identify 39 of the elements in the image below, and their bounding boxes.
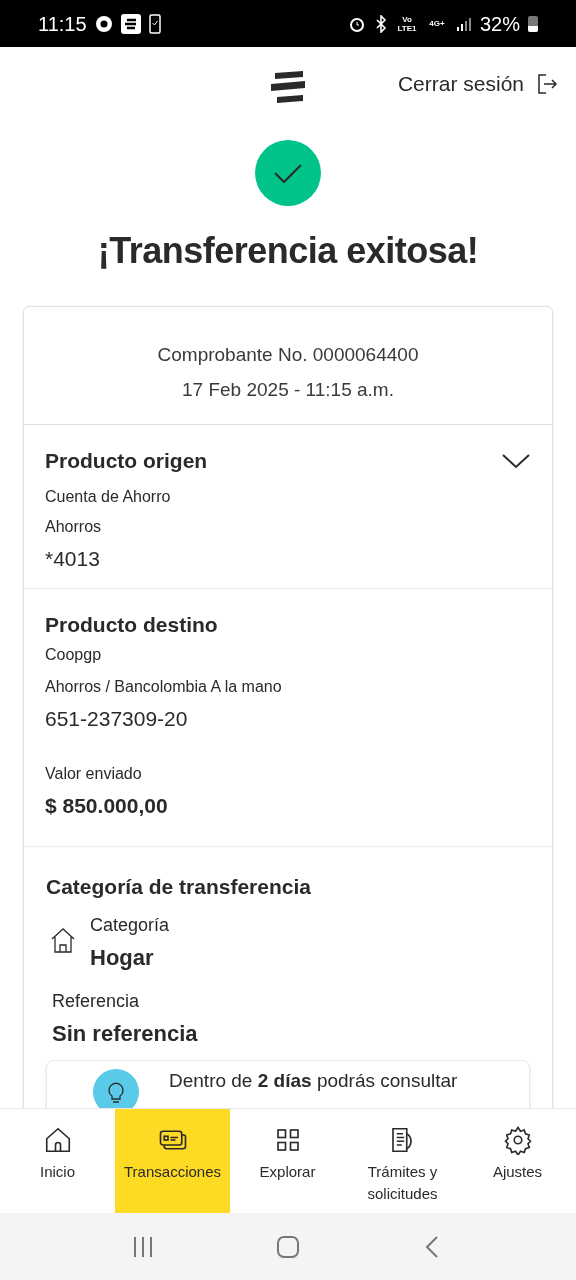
home-button-icon[interactable] — [276, 1234, 300, 1259]
reference-value: Sin referencia — [52, 1020, 199, 1048]
amount-value: $ 850.000,00 — [45, 793, 169, 819]
account-detail: Cuenta de Ahorro — [45, 486, 172, 507]
account-detail: Ahorros / Bancolombia A la mano — [45, 676, 283, 697]
category-value: Hogar — [90, 944, 155, 972]
status-time: 11:15 — [38, 11, 87, 37]
signal-icon — [455, 15, 472, 32]
battery-icon — [528, 15, 538, 32]
amount-label: Valor enviado — [45, 764, 143, 784]
lightbulb-icon — [93, 1069, 139, 1108]
reference-label: Referencia — [52, 990, 141, 1013]
tip-text: Dentro de 2 días podrás consultar — [169, 1069, 458, 1093]
success-check-icon — [255, 140, 321, 206]
account-detail: Coopgp — [45, 644, 103, 665]
house-icon — [50, 926, 76, 954]
phone-icon — [148, 13, 161, 34]
bluetooth-icon — [373, 14, 388, 33]
section-heading: Producto destino — [45, 612, 219, 638]
network-label: Vo LTE1 — [396, 14, 418, 33]
app-icon — [120, 13, 141, 34]
account-number: 651-237309-20 — [45, 705, 189, 732]
account-number: *4013 — [45, 545, 101, 572]
account-detail: Ahorros — [45, 516, 103, 537]
settings-icon — [502, 1125, 533, 1155]
logout-button[interactable]: Cerrar sesión — [397, 67, 558, 100]
chevron-icon[interactable] — [501, 451, 531, 470]
battery-percent: 32% — [479, 11, 520, 37]
nav-tab[interactable]: Transacciones — [115, 1109, 230, 1213]
logout-icon — [536, 72, 558, 95]
section-heading: Producto origen — [45, 448, 208, 474]
category-label: Categoría — [90, 914, 170, 937]
logo-icon — [269, 70, 307, 104]
receipt-number: Comprobante No. 0000064400 — [157, 343, 419, 367]
section-heading: Categoría de transferencia — [46, 873, 312, 900]
network-label: 4G+ — [428, 19, 446, 28]
receipt-datetime: 17 Feb 2025 - 11:15 a.m. — [182, 377, 394, 402]
success-title: ¡Transferencia exitosa! — [96, 229, 480, 273]
browser-icon — [94, 14, 113, 33]
